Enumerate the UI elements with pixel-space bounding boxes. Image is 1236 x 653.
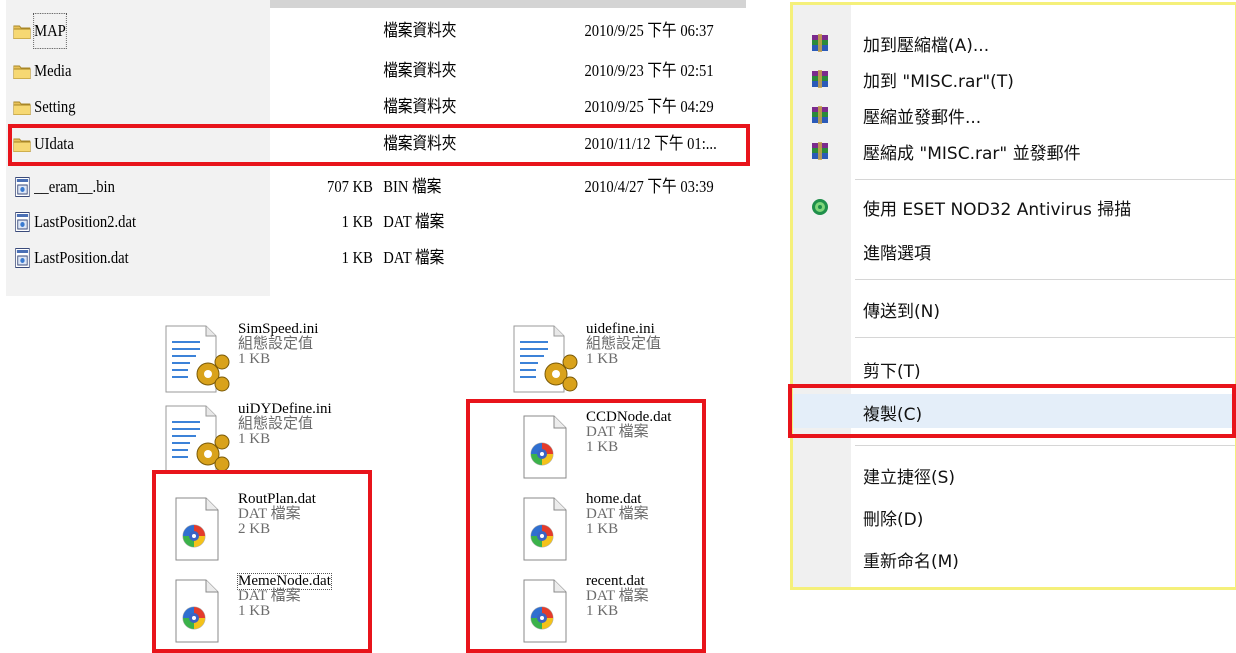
thumb-size: 1 KB <box>586 351 619 367</box>
file-type: DAT 檔案 <box>383 248 445 267</box>
file-row-eram-bin[interactable]: __eram__.bin 707 KB BIN 檔案 2010/4/27 下午 … <box>10 170 714 204</box>
file-name: Media <box>34 61 72 80</box>
file-icon <box>15 212 30 232</box>
thumb-name: uidefine.ini <box>586 321 655 337</box>
menu-item-rename[interactable]: 重新命名(M) <box>793 541 1236 575</box>
menu-item-label: 加到 "MISC.rar"(T) <box>863 72 1014 92</box>
menu-separator <box>855 279 1235 280</box>
thumbnail-simspeed-ini[interactable]: SimSpeed.ini 組態設定值 1 KB <box>160 320 360 398</box>
menu-item-eset-scan[interactable]: 使用 ESET NOD32 Antivirus 掃描 <box>793 189 1236 223</box>
menu-item-label: 壓縮成 "MISC.rar" 並發郵件 <box>863 144 1081 164</box>
file-row-setting[interactable]: Setting 檔案資料夾 2010/9/25 下午 04:29 <box>10 90 714 124</box>
file-type: 檔案資料夾 <box>383 61 457 80</box>
file-row-lastposition[interactable]: LastPosition.dat 1 KB DAT 檔案 <box>10 241 646 275</box>
file-type: 檔案資料夾 <box>383 97 457 116</box>
file-date: 2010/9/23 下午 02:51 <box>584 61 714 80</box>
file-row-media[interactable]: Media 檔案資料夾 2010/9/23 下午 02:51 <box>10 54 714 88</box>
menu-item-label: 加到壓縮檔(A)... <box>863 36 990 56</box>
winrar-icon <box>812 34 828 52</box>
file-row-lastposition2[interactable]: LastPosition2.dat 1 KB DAT 檔案 <box>10 205 646 239</box>
thumb-size: 1 KB <box>238 351 271 367</box>
winrar-icon <box>812 106 828 124</box>
folder-icon <box>13 101 31 115</box>
file-name: __eram__.bin <box>34 177 115 196</box>
highlight-left-thumbnails <box>152 470 372 653</box>
menu-item-create-shortcut[interactable]: 建立捷徑(S) <box>793 457 1236 491</box>
menu-item-label: 傳送到(N) <box>863 302 940 322</box>
menu-item-label: 剪下(T) <box>863 362 921 382</box>
file-name: LastPosition2.dat <box>34 212 137 231</box>
highlight-copy-item <box>788 384 1236 438</box>
file-type: 檔案資料夾 <box>383 21 457 40</box>
menu-item-label: 進階選項 <box>863 244 931 264</box>
menu-item-compress-misc-and-email[interactable]: 壓縮成 "MISC.rar" 並發郵件 <box>793 133 1236 167</box>
menu-item-cut[interactable]: 剪下(T) <box>793 351 1236 385</box>
thumbnail-uidydefine-ini[interactable]: uiDYDefine.ini 組態設定值 1 KB <box>160 400 360 478</box>
highlight-uidata-row <box>8 124 750 166</box>
winrar-icon <box>812 70 828 88</box>
file-icon <box>15 248 30 268</box>
file-name: MAP <box>33 13 67 49</box>
thumb-size: 1 KB <box>238 431 271 447</box>
menu-item-add-to-misc-rar[interactable]: 加到 "MISC.rar"(T) <box>793 61 1236 95</box>
thumbnail-uidefine-ini[interactable]: uidefine.ini 組態設定值 1 KB <box>508 320 708 398</box>
file-name: Setting <box>34 97 76 116</box>
file-size: 1 KB <box>341 212 373 231</box>
folder-icon <box>13 25 31 39</box>
menu-item-add-to-archive[interactable]: 加到壓縮檔(A)... <box>793 25 1236 59</box>
menu-separator <box>855 337 1235 338</box>
file-name: LastPosition.dat <box>34 248 129 267</box>
ini-settings-icon <box>508 322 580 396</box>
file-size: 707 KB <box>327 177 373 196</box>
menu-separator <box>855 445 1235 446</box>
thumb-name: uiDYDefine.ini <box>238 401 332 417</box>
file-icon <box>15 177 30 197</box>
context-menu: 加到壓縮檔(A)... 加到 "MISC.rar"(T) 壓縮並發郵件... 壓… <box>790 2 1236 590</box>
menu-item-label: 建立捷徑(S) <box>863 468 956 488</box>
file-row-map[interactable]: MAP 檔案資料夾 2010/9/25 下午 06:37 <box>10 13 714 49</box>
file-type: DAT 檔案 <box>383 212 445 231</box>
file-date: 2010/9/25 下午 04:29 <box>584 97 714 116</box>
file-size: 1 KB <box>341 248 373 267</box>
menu-item-label: 刪除(D) <box>863 510 924 530</box>
eset-icon <box>812 199 828 215</box>
file-date: 2010/9/25 下午 06:37 <box>584 21 714 40</box>
menu-item-compress-and-email[interactable]: 壓縮並發郵件... <box>793 97 1236 131</box>
menu-item-delete[interactable]: 刪除(D) <box>793 499 1236 533</box>
thumb-type: 組態設定值 <box>586 336 662 352</box>
menu-item-label: 重新命名(M) <box>863 552 959 572</box>
file-type: BIN 檔案 <box>383 177 442 196</box>
thumb-type: 組態設定值 <box>238 416 314 432</box>
menu-item-label: 壓縮並發郵件... <box>863 108 982 128</box>
ini-settings-icon <box>160 402 232 476</box>
winrar-icon <box>812 142 828 160</box>
thumb-name: SimSpeed.ini <box>238 321 319 337</box>
menu-item-advanced-options[interactable]: 進階選項 <box>793 233 1236 267</box>
file-date: 2010/4/27 下午 03:39 <box>584 177 714 196</box>
menu-item-label: 使用 ESET NOD32 Antivirus 掃描 <box>863 200 1132 220</box>
ini-settings-icon <box>160 322 232 396</box>
menu-separator <box>855 179 1235 180</box>
highlight-right-thumbnails <box>466 399 706 653</box>
folder-icon <box>13 65 31 79</box>
thumb-type: 組態設定值 <box>238 336 314 352</box>
menu-item-send-to[interactable]: 傳送到(N) <box>793 291 1236 325</box>
